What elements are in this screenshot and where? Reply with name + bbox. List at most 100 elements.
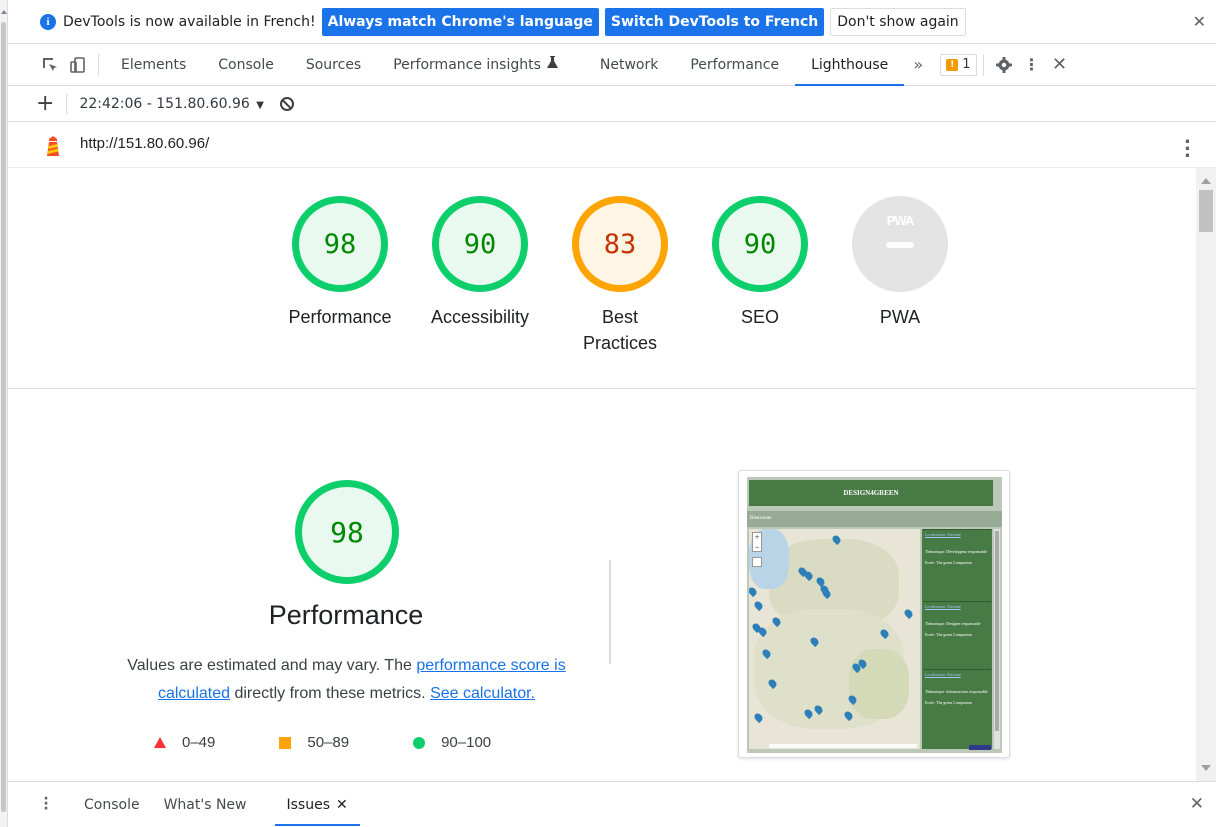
infobar-message: DevTools is now available in French!	[63, 13, 316, 30]
report-selector-value: 22:42:06 - 151.80.60.96	[79, 95, 250, 112]
scroll-down-arrow-icon[interactable]	[1201, 765, 1211, 771]
screenshot-map: + −	[749, 529, 920, 749]
tab-sources[interactable]: Sources	[290, 44, 377, 86]
tab-lighthouse[interactable]: Lighthouse	[795, 44, 905, 86]
performance-score-gauge: 98	[295, 480, 399, 584]
switch-to-french-button[interactable]: Switch DevTools to French	[604, 7, 825, 36]
devtools-main-toolbar: Elements Console Sources Performance ins…	[8, 44, 1216, 86]
pwa-badge-icon: PWA	[852, 196, 948, 292]
gauge-performance-label: Performance	[288, 307, 392, 327]
desc-prefix: Values are estimated and may vary. The	[127, 657, 417, 674]
settings-gear-icon[interactable]	[990, 51, 1018, 79]
report-url: http://151.80.60.96/	[80, 135, 210, 152]
gauge-performance-ring: 98	[292, 196, 388, 292]
card-theme: Thématique: Infrastructure responsable	[925, 689, 988, 694]
screenshot-card: Localisation: National Thématique: Dével…	[923, 529, 991, 595]
tab-performance[interactable]: Performance	[674, 44, 795, 86]
devtools-drawer: · · · Console What's New Issues ✕ ✕	[8, 781, 1216, 827]
lighthouse-toolbar: + 22:42:06 - 151.80.60.96 ▼	[8, 86, 1216, 122]
experiment-flask-icon	[546, 56, 558, 73]
gutter-thumb[interactable]	[1, 22, 6, 812]
map-search-icon	[752, 557, 762, 567]
gauge-accessibility[interactable]: 90 Accessibility	[410, 196, 550, 356]
report-selector[interactable]: 22:42:06 - 151.80.60.96 ▼	[79, 96, 264, 112]
scroll-up-arrow-icon[interactable]	[1201, 178, 1211, 184]
gauge-accessibility-ring: 90	[432, 196, 528, 292]
gauge-accessibility-label: Accessibility	[430, 307, 530, 327]
report-scrollbar[interactable]	[1196, 168, 1216, 781]
card-link: Localisation: National	[925, 604, 961, 609]
customize-menu-icon[interactable]: ⋮	[1018, 51, 1046, 79]
close-drawer-icon[interactable]: ✕	[1190, 794, 1204, 814]
card-theme: Thématique: Designer responsable	[925, 621, 981, 626]
dropdown-caret-icon: ▼	[256, 99, 264, 111]
issues-count: 1	[962, 57, 971, 72]
legend-average-label: 50–89	[307, 734, 350, 751]
tab-elements[interactable]: Elements	[105, 44, 202, 86]
gauge-best-practices-label: Best Practices	[582, 307, 658, 353]
card-school: Ecole: The green Companion	[925, 632, 972, 637]
card-school: Ecole: The green Companion	[925, 560, 972, 565]
section-divider	[8, 388, 1196, 389]
dont-show-again-button[interactable]: Don't show again	[830, 7, 966, 36]
tab-network[interactable]: Network	[584, 44, 674, 86]
see-calculator-link[interactable]: See calculator.	[430, 685, 535, 702]
tab-console[interactable]: Console	[202, 44, 290, 86]
performance-title: Performance	[268, 600, 424, 630]
subbar-separator	[66, 93, 68, 114]
screenshot-card: Localisation: National Thématique: Infra…	[923, 669, 991, 735]
clear-reports-icon[interactable]	[279, 96, 294, 111]
legend-fail: 0–49	[154, 734, 215, 751]
gauge-seo-ring: 90	[712, 196, 808, 292]
average-square-icon	[279, 736, 292, 749]
tab-performance-insights[interactable]: Performance insights	[377, 44, 574, 86]
lighthouse-report: 98 Performance 90 Accessibility 83 Best …	[8, 168, 1196, 781]
screenshot-card-panel: Localisation: National Thématique: Dével…	[922, 529, 992, 749]
device-toolbar-icon[interactable]	[64, 51, 92, 79]
always-match-language-button[interactable]: Always match Chrome's language	[321, 7, 599, 36]
fail-triangle-icon	[154, 737, 166, 748]
issues-counter-button[interactable]: ! 1	[940, 53, 977, 76]
drawer-tab-whats-new[interactable]: What's New	[152, 784, 259, 826]
left-scroll-gutter	[0, 0, 8, 827]
scroll-thumb[interactable]	[1199, 190, 1213, 232]
gutter-up-arrow-icon	[1, 10, 7, 14]
infobar-close-icon[interactable]: ✕	[1193, 12, 1206, 31]
drawer-menu-icon[interactable]: · · ·	[40, 792, 52, 816]
close-devtools-icon[interactable]: ✕	[1046, 51, 1074, 79]
tab-performance-insights-label: Performance insights	[393, 56, 541, 73]
gauge-seo[interactable]: 90 SEO	[690, 196, 830, 356]
report-url-bar: http://151.80.60.96/ ...	[8, 122, 1216, 168]
toolbar-separator	[98, 53, 99, 76]
map-zoom-control: + −	[752, 532, 762, 552]
info-icon: i	[40, 14, 56, 30]
gauge-performance[interactable]: 98 Performance	[270, 196, 410, 356]
final-screenshot[interactable]: DESIGN4GREEN Bienvenue + − Localisation:…	[738, 470, 1010, 758]
screenshot-card: Localisation: National Thématique: Desig…	[923, 601, 991, 667]
legend-pass-label: 90–100	[441, 734, 492, 751]
screenshot-image: DESIGN4GREEN Bienvenue + − Localisation:…	[747, 477, 1002, 753]
score-gauges: 98 Performance 90 Accessibility 83 Best …	[270, 196, 970, 356]
gauge-best-practices-ring: 83	[572, 196, 668, 292]
new-report-plus-icon[interactable]: +	[36, 91, 54, 116]
report-menu-icon[interactable]: ...	[1184, 129, 1191, 161]
screenshot-button	[969, 745, 991, 750]
close-tab-icon[interactable]: ✕	[336, 797, 348, 813]
pwa-badge-text: PWA	[886, 213, 915, 228]
card-school: Ecole: The green Companion	[925, 700, 972, 705]
score-legend: 0–49 50–89 90–100	[154, 734, 555, 751]
gauge-pwa-label: PWA	[879, 307, 921, 327]
desc-mid: directly from these metrics.	[230, 685, 431, 702]
gauge-seo-label: SEO	[740, 307, 779, 327]
drawer-tab-issues[interactable]: Issues ✕	[274, 784, 360, 826]
gauge-best-practices[interactable]: 83 Best Practices	[550, 196, 690, 356]
drawer-tab-console[interactable]: Console	[72, 784, 152, 826]
more-tabs-chevron-icon[interactable]: »	[904, 51, 932, 79]
legend-average: 50–89	[279, 734, 349, 751]
pwa-dash	[886, 242, 914, 248]
card-link: Localisation: National	[925, 672, 961, 677]
language-infobar: i DevTools is now available in French! A…	[8, 0, 1216, 44]
gauge-pwa[interactable]: PWA PWA	[830, 196, 970, 356]
card-theme: Thématique: Développeur responsable	[925, 549, 987, 554]
inspect-element-icon[interactable]	[36, 51, 64, 79]
